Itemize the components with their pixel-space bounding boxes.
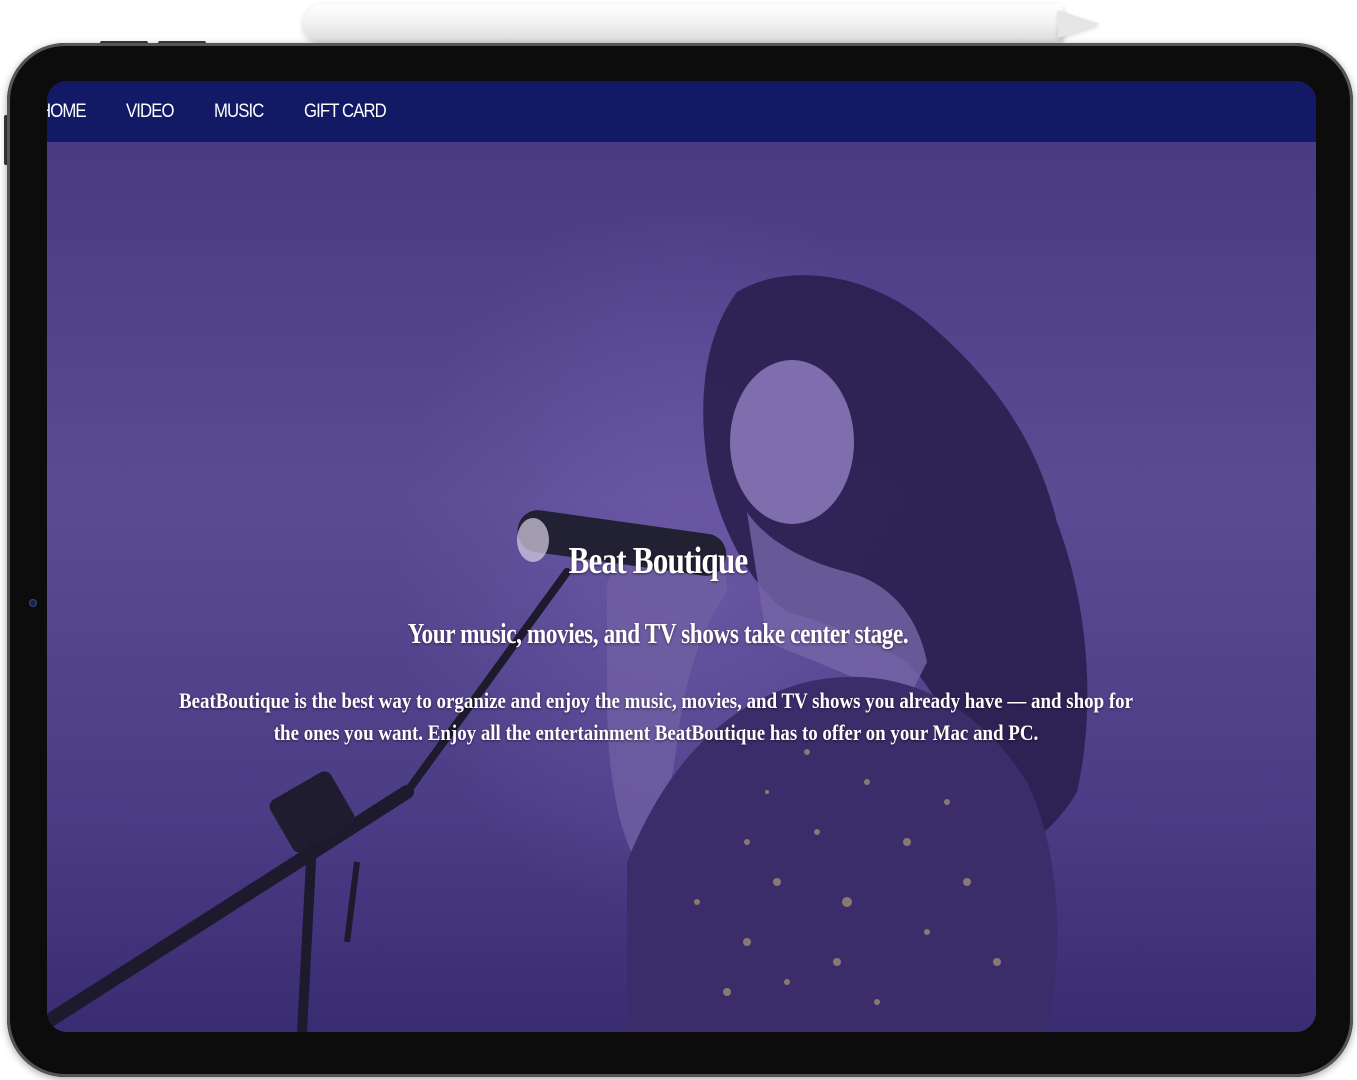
stylus-pencil (303, 4, 1063, 44)
nav-item-gift-card[interactable]: GIFT CARD (304, 101, 387, 123)
mic-stand-knob (344, 861, 360, 943)
hero-subtitle: Your music, movies, and TV shows take ce… (407, 618, 909, 651)
stylus-tip (1058, 10, 1100, 38)
mic-stand-pole (297, 841, 317, 1032)
top-navbar: HOME VIDEO MUSIC GIFT CARD (47, 81, 1316, 142)
nav-item-home[interactable]: HOME (47, 101, 87, 123)
hero-background-photo (47, 275, 1088, 1032)
nav-item-video[interactable]: VIDEO (126, 101, 175, 123)
camera-icon (29, 599, 37, 607)
hero-description: BeatBoutique is the best way to organize… (179, 688, 1133, 745)
singer-face (730, 360, 854, 524)
nav-item-music[interactable]: MUSIC (214, 101, 264, 123)
hero-title: Beat Boutique (568, 540, 749, 583)
device-mockup: HOME VIDEO MUSIC GIFT CARD (0, 0, 1357, 1080)
mic-stand-arm (403, 568, 571, 796)
hero-section: Beat Boutique Your music, movies, and TV… (47, 142, 1316, 1032)
tablet-screen: HOME VIDEO MUSIC GIFT CARD (47, 81, 1316, 1032)
